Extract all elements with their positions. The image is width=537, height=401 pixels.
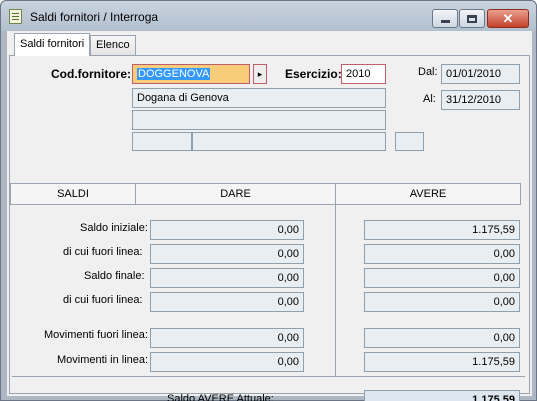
dare-fuori-linea-finale[interactable]: 0,00 [150,292,304,312]
avere-saldo-finale[interactable]: 0,00 [364,268,520,288]
cod-fornitore-label: Cod.fornitore: [51,67,131,81]
col-header-avere: AVERE [335,183,521,205]
main-window: Saldi fornitori / Interroga ✕ Saldi forn… [0,0,537,401]
footer-divider [12,376,525,377]
indirizzo-field[interactable] [132,110,386,130]
row-label-movimenti-in-linea: Movimenti in linea: [57,354,149,366]
row-label-saldo-iniziale: Saldo iniziale: [80,222,148,234]
lookup-button[interactable]: ▸ [253,64,267,84]
saldo-avere-attuale-label: Saldo AVERE Attuale: [167,393,274,401]
avere-movimenti-in-linea[interactable]: 1.175,59 [364,352,520,372]
cap-field[interactable] [132,132,192,151]
dare-movimenti-in-linea[interactable]: 0,00 [150,352,304,372]
maximize-icon [467,14,477,23]
esercizio-field[interactable]: 2010 [341,64,386,84]
esercizio-label: Esercizio: [285,67,342,81]
tab-panel: Cod.fornitore: DOGGENOVA ▸ Esercizio: 20… [9,55,530,401]
dal-label: Dal: [418,66,438,78]
tab-elenco[interactable]: Elenco [90,35,136,55]
localita-field[interactable] [192,132,386,151]
maximize-button[interactable] [459,9,485,28]
avere-saldo-iniziale[interactable]: 1.175,59 [364,220,520,240]
dare-movimenti-fuori-linea[interactable]: 0,00 [150,328,304,348]
column-divider [335,205,336,376]
provincia-field[interactable] [395,132,424,151]
minimize-button[interactable] [432,9,458,28]
title-bar[interactable]: Saldi fornitori / Interroga ✕ [1,1,536,31]
close-button[interactable]: ✕ [487,9,529,28]
document-icon [9,9,22,24]
saldo-avere-attuale-field[interactable]: 1.175,59 [364,390,520,401]
dare-saldo-iniziale[interactable]: 0,00 [150,220,304,240]
cod-fornitore-field[interactable]: DOGGENOVA [132,64,250,84]
tab-saldi-fornitori[interactable]: Saldi fornitori [14,33,91,56]
col-header-dare: DARE [135,183,336,205]
al-label: Al: [423,93,436,105]
avere-movimenti-fuori-linea[interactable]: 0,00 [364,328,520,348]
avere-fuori-linea-finale[interactable]: 0,00 [364,292,520,312]
descrizione-field[interactable]: Dogana di Genova [132,88,386,108]
avere-fuori-linea-iniziale[interactable]: 0,00 [364,244,520,264]
row-label-fuori-linea-finale: di cui fuori linea: [63,294,143,306]
close-icon: ✕ [502,11,514,26]
dare-saldo-finale[interactable]: 0,00 [150,268,304,288]
dare-fuori-linea-iniziale[interactable]: 0,00 [150,244,304,264]
client-area: Saldi fornitori Elenco Cod.fornitore: DO… [7,31,532,401]
row-label-saldo-finale: Saldo finale: [84,270,145,282]
chevron-right-icon: ▸ [257,69,263,79]
col-header-saldi: SALDI [10,183,136,205]
row-label-movimenti-fuori-linea: Movimenti fuori linea: [44,329,148,341]
dal-field[interactable]: 01/01/2010 [441,64,520,84]
al-field[interactable]: 31/12/2010 [441,90,520,110]
row-label-fuori-linea-iniziale: di cui fuori linea: [63,246,143,258]
window-title: Saldi fornitori / Interroga [30,10,159,24]
minimize-icon [440,20,450,23]
